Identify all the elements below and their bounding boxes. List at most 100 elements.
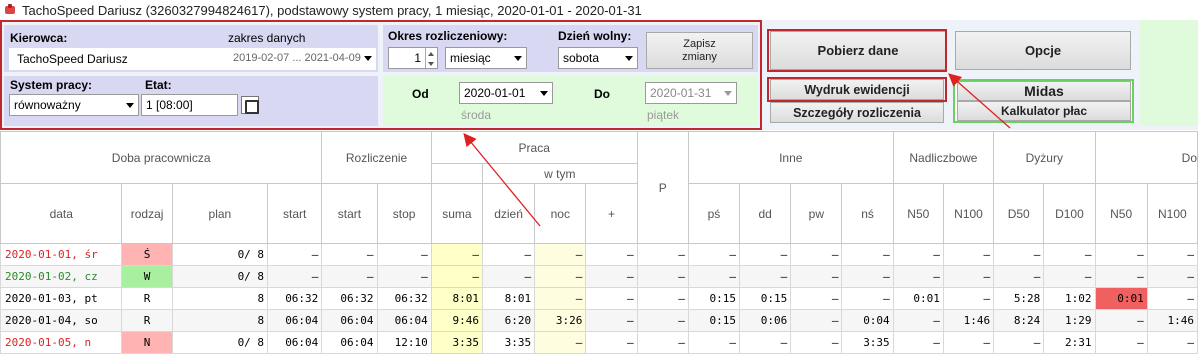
column-header-dd[interactable]: dd [739,183,792,244]
table-cell: – [1043,265,1096,288]
table-cell: 5:28 [993,287,1045,310]
table-cell: – [534,243,587,266]
highlight-box-fetch [767,29,947,72]
column-header-duty-d100[interactable]: D100 [1043,183,1096,244]
table-cell: – [841,287,894,310]
column-header-ns[interactable]: nś [841,183,894,244]
column-header-do-n100[interactable]: N100 [1146,183,1198,244]
table-cell: – [1146,265,1198,288]
column-header-work-sum[interactable]: suma [430,183,483,244]
column-header-do-n50[interactable]: N50 [1094,183,1148,244]
column-header-work-day[interactable]: dzień [481,183,536,244]
table-cell: – [321,243,378,266]
table-cell: N [121,331,173,354]
table-row[interactable]: 2020-01-04, so R 8 06:04 06:04 06:04 9:46 6:20 3… [0,309,1198,332]
column-header-work-night[interactable]: noc [534,183,587,244]
table-cell: 8 [171,287,269,310]
table-cell: – [430,265,483,288]
table-cell: – [636,331,689,354]
column-header-date[interactable]: data [0,183,123,244]
table-cell: – [790,265,843,288]
table-cell: – [376,243,432,266]
table-cell: – [1094,243,1148,266]
table-cell: 2020-01-04, so [0,309,123,332]
table-cell: 06:32 [267,287,323,310]
table-cell: 0:15 [687,287,741,310]
table-cell: 06:04 [267,331,323,354]
table-cell: 06:32 [376,287,432,310]
table-cell: W [121,265,173,288]
table-cell: 2020-01-05, n [0,331,123,354]
table-cell: – [1146,243,1198,266]
table-cell: 3:35 [481,331,536,354]
table-cell: – [636,287,689,310]
table-cell: – [993,265,1045,288]
table-cell: – [993,243,1045,266]
column-header-duty-d50[interactable]: D50 [993,183,1045,244]
table-cell: R [121,287,173,310]
table-cell: 3:26 [534,309,587,332]
column-header-overtime-n50[interactable]: N50 [892,183,944,244]
wage-calculator-button[interactable]: Kalkulator płac [957,101,1131,121]
table-cell: 0/ 8 [171,331,269,354]
table-cell: – [841,265,894,288]
column-header-overtime-n100[interactable]: N100 [942,183,995,244]
table-cell: 2020-01-03, pt [0,287,123,310]
column-header-pw[interactable]: pw [790,183,843,244]
table-cell: 2020-01-01, śr [0,243,123,266]
header-rozliczenie: Rozliczenie [321,131,432,184]
table-cell: – [636,309,689,332]
table-cell: – [636,265,689,288]
table-cell: – [481,265,536,288]
table-cell: R [121,309,173,332]
table-cell: – [942,243,995,266]
table-cell: – [1094,331,1148,354]
table-cell: 8:01 [481,287,536,310]
table-cell: – [687,243,741,266]
midas-button[interactable]: Midas [957,81,1131,101]
header-doba: Doba pracownicza [0,131,323,184]
table-cell: – [430,243,483,266]
table-cell: 06:04 [321,309,378,332]
table-row[interactable]: 2020-01-02, cz W 0/ 8– – – – – – – – – – – – – – – – – – [0,265,1198,288]
table-cell: 12:10 [376,331,432,354]
header-inne: Inne [687,131,894,184]
header-p: P [636,131,689,244]
table-row[interactable]: 2020-01-03, pt R 8 06:32 06:32 06:32 8:01 8:01–… [0,287,1198,310]
table-cell: – [841,243,894,266]
green-corner-panel [1140,20,1198,126]
table-cell: 8:01 [430,287,483,310]
table-cell: – [892,243,944,266]
table-row[interactable]: 2020-01-05, n N 0/ 8 06:04 06:04 12:10 3:35 3:3… [0,331,1198,354]
table-cell: – [1043,243,1096,266]
column-header-ps[interactable]: pś [687,183,741,244]
app-icon [4,4,16,16]
column-header-plan[interactable]: plan [171,183,269,244]
table-cell: – [942,287,995,310]
column-header-work-plus[interactable]: + [585,183,638,244]
table-cell: 06:04 [267,309,323,332]
column-header-type[interactable]: rodzaj [121,183,173,244]
table-cell: 0:15 [739,287,792,310]
table-cell: 3:35 [841,331,894,354]
column-header-settle-start[interactable]: start [321,183,378,244]
table-cell: 1:46 [942,309,995,332]
column-header-start[interactable]: start [267,183,323,244]
table-cell: – [892,265,944,288]
table-cell: – [790,309,843,332]
table-cell: 1:02 [1043,287,1096,310]
settlement-details-button[interactable]: Szczegóły rozliczenia [770,102,944,123]
header-nadliczbowe: Nadliczbowe [892,131,995,184]
window-title: TachoSpeed Dariusz (3260327994824617), p… [22,2,642,18]
header-praca-blank [430,163,483,184]
table-cell: – [534,265,587,288]
table-cell: 0/ 8 [171,243,269,266]
table-cell: – [585,265,638,288]
table-cell: – [585,287,638,310]
table-cell: – [790,331,843,354]
table-row[interactable]: 2020-01-01, śr Ś 0/ 8– – – – – – – – – – – – – – – – – – [0,243,1198,266]
column-header-settle-stop[interactable]: stop [376,183,432,244]
options-button[interactable]: Opcje [955,31,1131,70]
table-cell: 2020-01-02, cz [0,265,123,288]
highlight-box-print [767,77,947,102]
